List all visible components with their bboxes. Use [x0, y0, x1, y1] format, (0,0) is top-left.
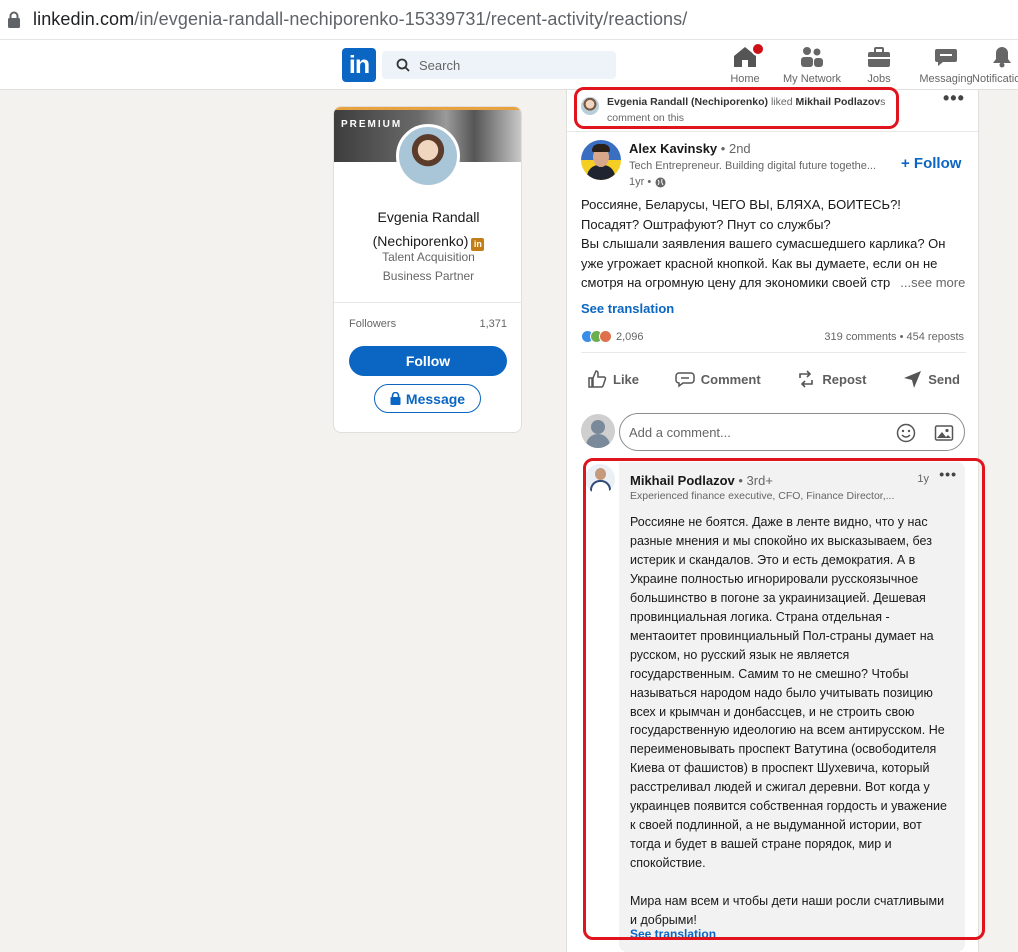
profile-name-line2: (Nechiporenko)	[372, 233, 469, 249]
highlight-annotation-comment	[583, 458, 985, 940]
url-host: linkedin.com	[33, 9, 135, 29]
send-icon	[904, 371, 922, 388]
profile-name-line1: Evgenia Randall	[377, 209, 480, 225]
post-line-last: смотря на огромную цену для экономики св…	[581, 273, 966, 293]
nav-jobs-label: Jobs	[867, 73, 891, 85]
post-time: 1yr •	[629, 176, 666, 188]
current-user-avatar	[581, 414, 615, 448]
reactions-count-text: 2,096	[616, 330, 644, 343]
love-reaction-icon	[599, 330, 612, 343]
comment-button[interactable]: Comment	[669, 365, 767, 393]
post-action-bar: Like Comment Repost Send	[581, 365, 966, 393]
message-button[interactable]: Message	[374, 384, 481, 413]
avatar-body	[587, 165, 615, 180]
briefcase-icon	[868, 47, 890, 67]
divider	[567, 131, 980, 132]
browser-url-bar[interactable]: linkedin.com/in/evgenia-randall-nechipor…	[0, 0, 1018, 40]
post-line: уже угрожает красной кнопкой. Как вы дум…	[581, 255, 938, 271]
post-line: Вы слышали заявления вашего сумасшедшего…	[581, 236, 946, 251]
avatar-body	[586, 434, 610, 448]
send-label: Send	[928, 371, 960, 387]
url-path: /in/evgenia-randall-nechiporenko-1533973…	[134, 9, 688, 29]
post-line: Посадят? Оштрафуют? Пнут со службы?	[581, 216, 831, 232]
nav-notifications-label: Notifications	[972, 73, 1018, 85]
premium-label: PREMIUM	[341, 119, 403, 130]
nav-messaging-label: Messaging	[919, 73, 973, 85]
see-more-link[interactable]: ...see more	[900, 275, 965, 290]
repost-label: Repost	[822, 371, 867, 387]
feed-post-card: Evgenia Randall (Nechiporenko) liked Mik…	[566, 87, 985, 952]
like-button[interactable]: Like	[581, 365, 645, 393]
send-button[interactable]: Send	[896, 365, 966, 393]
globe-icon	[655, 177, 666, 187]
profile-name[interactable]: Evgenia Randall (Nechiporenko) in	[334, 205, 521, 253]
url-text: linkedin.com/in/evgenia-randall-nechipor…	[33, 9, 687, 30]
top-nav: in Search Home My Network Jobs Messaging…	[0, 40, 1018, 90]
followers-label: Followers	[349, 318, 397, 330]
comment-icon	[674, 372, 695, 388]
linkedin-logo[interactable]: in	[342, 48, 376, 82]
nav-home-label: Home	[730, 73, 760, 85]
more-options-icon[interactable]: •••	[943, 88, 965, 109]
profile-card: PREMIUM Evgenia Randall (Nechiporenko) in…	[333, 106, 522, 433]
divider	[581, 352, 966, 353]
comments-reposts-count[interactable]: 319 comments • 454 reposts	[824, 331, 964, 343]
author-name[interactable]: Alex Kavinsky • 2nd	[629, 141, 751, 156]
author-degree: • 2nd	[720, 141, 751, 156]
post-line: смотря на огромную цену для экономики св…	[581, 275, 891, 290]
author-avatar[interactable]	[581, 140, 621, 180]
follow-button[interactable]: Follow	[349, 346, 507, 376]
comment-box-icons	[896, 423, 954, 443]
like-icon	[588, 370, 607, 388]
image-icon[interactable]	[934, 423, 954, 443]
like-label: Like	[613, 371, 640, 387]
author-headline: Tech Entrepreneur. Building digital futu…	[629, 160, 877, 172]
lock-icon	[8, 11, 20, 28]
post-line: Россияне, Беларусы, ЧЕГО ВЫ, БЛЯХА, БОИТ…	[581, 197, 901, 212]
post-body: Россияне, Беларусы, ЧЕГО ВЫ, БЛЯХА, БОИТ…	[581, 195, 966, 293]
followers-count: 1,371	[479, 318, 507, 330]
lock-icon	[390, 392, 401, 405]
repost-button[interactable]: Repost	[790, 365, 872, 393]
follow-author-button[interactable]: + Follow	[901, 155, 961, 172]
emoji-icon[interactable]	[896, 423, 916, 443]
profile-title-line1: Talent Acquisition	[382, 250, 475, 264]
profile-avatar[interactable]	[396, 124, 460, 188]
reactions-count[interactable]: 2,096	[581, 330, 644, 343]
network-icon	[801, 47, 823, 67]
nav-my-network-label: My Network	[782, 73, 842, 85]
author-name-text: Alex Kavinsky	[629, 141, 718, 156]
avatar-head	[591, 420, 605, 434]
post-time-text: 1yr •	[629, 176, 652, 188]
profile-title: Talent Acquisition Business Partner	[334, 248, 521, 286]
followers-row[interactable]: Followers 1,371	[349, 318, 507, 330]
search-input[interactable]: Search	[382, 51, 616, 79]
nav-notifications[interactable]: Notifications	[972, 44, 1018, 85]
notification-badge	[751, 42, 765, 56]
message-label: Message	[405, 390, 466, 407]
comment-label: Comment	[700, 371, 761, 387]
search-placeholder: Search	[419, 57, 461, 73]
add-comment-field[interactable]	[619, 413, 965, 451]
see-translation-link[interactable]: See translation	[581, 301, 674, 316]
search-icon	[396, 58, 410, 72]
highlight-annotation-activity	[574, 87, 899, 129]
divider	[334, 302, 521, 303]
bell-icon	[993, 47, 1011, 68]
avatar-hair	[592, 144, 610, 152]
repost-icon	[799, 370, 814, 388]
profile-title-line2: Business Partner	[382, 269, 475, 283]
comment-input[interactable]	[629, 424, 889, 440]
messaging-icon	[935, 49, 957, 66]
